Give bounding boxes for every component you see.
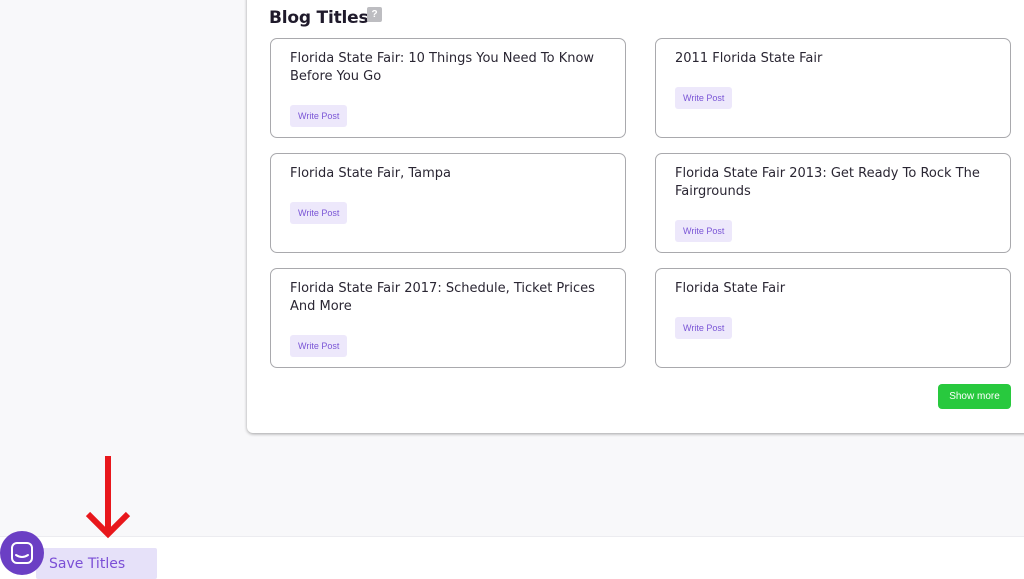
chat-launcher-button[interactable] xyxy=(0,531,44,575)
write-post-button[interactable]: Write Post xyxy=(675,317,733,339)
title-card[interactable]: Florida State Fair 2017: Schedule, Ticke… xyxy=(270,268,626,368)
card-title: 2011 Florida State Fair xyxy=(675,51,823,66)
section-heading: Blog Titles xyxy=(269,8,369,28)
write-post-button[interactable]: Write Post xyxy=(290,105,348,127)
card-title: Florida State Fair: 10 Things You Need T… xyxy=(290,51,595,84)
title-card[interactable]: Florida State Fair, Tampa Write Post xyxy=(270,153,626,253)
card-title: Florida State Fair, Tampa xyxy=(290,166,452,181)
question-mark-icon[interactable]: ? xyxy=(367,7,382,22)
section-title: Blog Titles xyxy=(269,8,369,28)
card-title: Florida State Fair 2013: Get Ready To Ro… xyxy=(675,166,980,199)
show-more-button[interactable]: Show more xyxy=(938,384,1011,409)
write-post-button[interactable]: Write Post xyxy=(675,220,733,242)
title-card[interactable]: Florida State Fair Write Post xyxy=(655,268,1011,368)
title-card[interactable]: Florida State Fair: 10 Things You Need T… xyxy=(270,38,626,138)
title-card[interactable]: 2011 Florida State Fair Write Post xyxy=(655,38,1011,138)
save-titles-button[interactable]: Save Titles xyxy=(36,548,157,579)
write-post-button[interactable]: Write Post xyxy=(290,202,348,224)
card-title: Florida State Fair 2017: Schedule, Ticke… xyxy=(290,281,595,314)
title-card[interactable]: Florida State Fair 2013: Get Ready To Ro… xyxy=(655,153,1011,253)
write-post-button[interactable]: Write Post xyxy=(290,335,348,357)
write-post-button[interactable]: Write Post xyxy=(675,87,733,109)
red-down-arrow-icon xyxy=(85,456,131,539)
chat-launcher-icon xyxy=(11,542,33,564)
card-title: Florida State Fair xyxy=(675,281,786,296)
